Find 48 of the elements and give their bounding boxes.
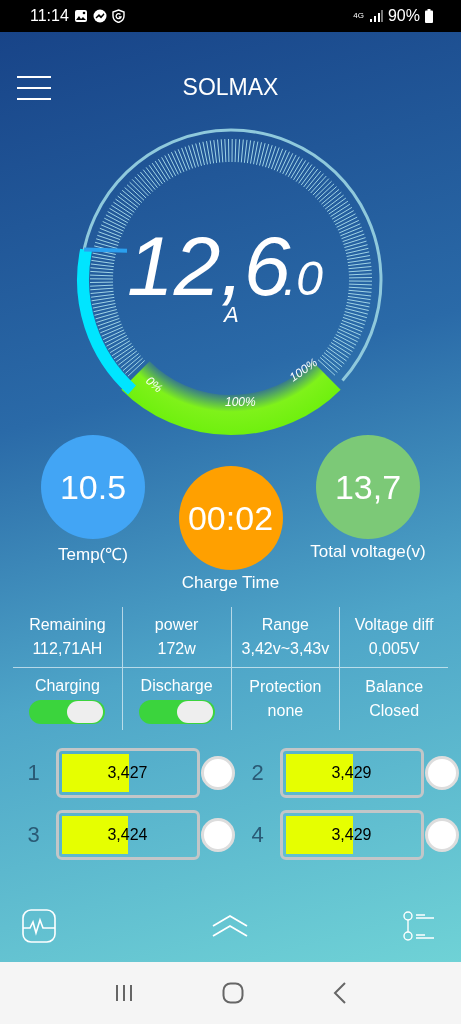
back-icon[interactable] bbox=[332, 982, 347, 1004]
reading-label: Total voltage(v) bbox=[310, 542, 426, 562]
stat-label: Charging bbox=[34, 676, 100, 696]
balance-indicator bbox=[200, 818, 235, 852]
balance-indicator bbox=[424, 756, 459, 790]
toggle-switch[interactable] bbox=[138, 700, 215, 724]
pulse-icon[interactable] bbox=[22, 909, 56, 943]
stat-label: Balance bbox=[365, 677, 424, 697]
battery-percent: 90% bbox=[387, 7, 420, 25]
stat-value: 172w bbox=[157, 639, 196, 659]
recent-apps-icon[interactable] bbox=[114, 983, 135, 1003]
toggle-switch[interactable] bbox=[29, 700, 106, 724]
status-time: 11:14 bbox=[30, 7, 69, 25]
balance-indicator bbox=[424, 818, 459, 852]
stat-value: Closed bbox=[369, 701, 420, 721]
cell-number: 2 bbox=[250, 760, 265, 786]
double-chevron-up-icon[interactable] bbox=[211, 914, 248, 938]
app-title: SOLMAX bbox=[182, 73, 279, 101]
cell-number: 1 bbox=[26, 760, 41, 786]
shield-icon bbox=[111, 9, 125, 23]
cell-number: 4 bbox=[250, 822, 265, 848]
messenger-icon bbox=[92, 9, 107, 23]
stat-label: power bbox=[154, 615, 199, 635]
reading-label: Temp(℃) bbox=[58, 544, 128, 565]
stat-value: 3,42v~3,43v bbox=[241, 639, 330, 659]
stat-label: Discharge bbox=[140, 676, 213, 696]
stat-value: 0,005V bbox=[368, 639, 420, 659]
reading-label: Charge Time bbox=[181, 573, 280, 593]
gallery-icon bbox=[73, 9, 88, 23]
stat-value: 112,71AH bbox=[32, 639, 103, 659]
balance-indicator bbox=[200, 756, 235, 790]
timeline-icon[interactable] bbox=[403, 911, 435, 941]
reading-circle: 10.5 bbox=[41, 435, 145, 539]
cell-number: 3 bbox=[26, 822, 41, 848]
home-icon[interactable] bbox=[222, 982, 245, 1004]
stat-label: Protection bbox=[249, 677, 322, 697]
reading-circle: 13,7 bbox=[316, 435, 420, 539]
stat-value: none bbox=[267, 701, 304, 721]
network-type: 4G bbox=[353, 12, 364, 20]
stat-label: Remaining bbox=[29, 615, 106, 635]
stat-label: Range bbox=[261, 615, 309, 635]
menu-icon[interactable] bbox=[17, 76, 51, 100]
percent-label: 0% bbox=[142, 373, 165, 396]
battery-icon bbox=[425, 9, 433, 23]
signal-icon bbox=[368, 10, 383, 22]
stat-label: Voltage diff bbox=[354, 615, 434, 635]
percent-label: 100% bbox=[224, 395, 256, 409]
reading-circle: 00:02 bbox=[178, 466, 283, 570]
